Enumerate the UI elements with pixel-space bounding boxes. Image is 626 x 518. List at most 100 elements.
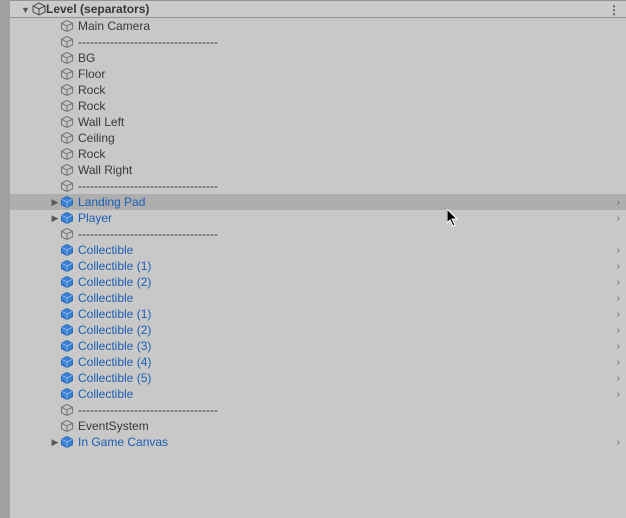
gameobject-icon <box>60 131 74 145</box>
row-label: Collectible <box>78 290 133 306</box>
row-label: Collectible <box>78 386 133 402</box>
chevron-right-icon[interactable]: › <box>617 210 620 226</box>
row-label: Collectible (2) <box>78 274 151 290</box>
hierarchy-row[interactable]: ----------------------------------- <box>10 34 626 50</box>
hierarchy-row[interactable]: Collectible (1) › <box>10 306 626 322</box>
chevron-right-icon[interactable]: › <box>617 322 620 338</box>
row-label: ----------------------------------- <box>78 402 218 418</box>
chevron-right-icon[interactable]: › <box>617 290 620 306</box>
prefab-icon <box>60 291 74 305</box>
row-label: Floor <box>78 66 105 82</box>
prefab-icon <box>60 211 74 225</box>
row-label: Collectible (5) <box>78 370 151 386</box>
row-label: ----------------------------------- <box>78 178 218 194</box>
scene-asset-icon <box>32 2 46 16</box>
row-label: Landing Pad <box>78 194 145 210</box>
hierarchy-row[interactable]: Floor <box>10 66 626 82</box>
hierarchy-row[interactable]: Rock <box>10 82 626 98</box>
row-label: Collectible (1) <box>78 258 151 274</box>
chevron-right-icon[interactable]: › <box>617 354 620 370</box>
prefab-icon <box>60 275 74 289</box>
row-label: In Game Canvas <box>78 434 168 450</box>
chevron-right-icon[interactable]: › <box>617 258 620 274</box>
gameobject-icon <box>60 35 74 49</box>
row-label: EventSystem <box>78 418 149 434</box>
gameobject-icon <box>60 403 74 417</box>
chevron-right-icon[interactable]: › <box>617 242 620 258</box>
hierarchy-row[interactable]: Collectible › <box>10 290 626 306</box>
hierarchy-row[interactable]: Collectible (4)› <box>10 354 626 370</box>
row-label: ----------------------------------- <box>78 226 218 242</box>
gameobject-icon <box>60 99 74 113</box>
hierarchy-row[interactable]: ▶ Player › <box>10 210 626 226</box>
scene-context-menu-icon[interactable]: ⋮ <box>608 1 620 19</box>
hierarchy-row[interactable]: Ceiling <box>10 130 626 146</box>
prefab-icon <box>60 387 74 401</box>
row-label: Collectible (2) <box>78 322 151 338</box>
hierarchy-row[interactable]: Wall Right <box>10 162 626 178</box>
chevron-right-icon[interactable]: › <box>617 194 620 210</box>
gameobject-icon <box>60 115 74 129</box>
gameobject-icon <box>60 163 74 177</box>
gameobject-icon <box>60 83 74 97</box>
foldout-arrow-icon[interactable]: ▶ <box>50 197 60 208</box>
hierarchy-row[interactable]: Collectible › <box>10 242 626 258</box>
row-label: Ceiling <box>78 130 115 146</box>
prefab-icon <box>60 195 74 209</box>
foldout-arrow-icon[interactable]: ▶ <box>50 213 60 224</box>
row-label: BG <box>78 50 95 66</box>
chevron-right-icon[interactable]: › <box>617 434 620 450</box>
hierarchy-row[interactable]: Collectible (3) › <box>10 338 626 354</box>
hierarchy-row[interactable]: ----------------------------------- <box>10 226 626 242</box>
chevron-right-icon[interactable]: › <box>617 386 620 402</box>
prefab-icon <box>60 435 74 449</box>
chevron-right-icon[interactable]: › <box>617 370 620 386</box>
scene-name: Level (separators) <box>46 2 149 16</box>
foldout-arrow-icon[interactable]: ▶ <box>50 437 60 448</box>
hierarchy-panel: ▼ Level (separators) ⋮ Main Camera------… <box>10 0 626 518</box>
hierarchy-row[interactable]: ----------------------------------- <box>10 178 626 194</box>
prefab-icon <box>60 243 74 257</box>
hierarchy-row[interactable]: ▶ Landing Pad › <box>10 194 626 210</box>
hierarchy-row[interactable]: Main Camera <box>10 18 626 34</box>
row-label: Rock <box>78 146 105 162</box>
prefab-icon <box>60 355 74 369</box>
prefab-icon <box>60 323 74 337</box>
hierarchy-rows: Main Camera-----------------------------… <box>10 18 626 450</box>
prefab-icon <box>60 259 74 273</box>
row-label: Wall Left <box>78 114 124 130</box>
row-label: Rock <box>78 82 105 98</box>
hierarchy-row[interactable]: Rock <box>10 98 626 114</box>
chevron-right-icon[interactable]: › <box>617 338 620 354</box>
gameobject-icon <box>60 147 74 161</box>
hierarchy-gutter <box>0 0 10 518</box>
hierarchy-row[interactable]: EventSystem <box>10 418 626 434</box>
hierarchy-row[interactable]: Rock <box>10 146 626 162</box>
hierarchy-row[interactable]: BG <box>10 50 626 66</box>
hierarchy-row[interactable]: Wall Left <box>10 114 626 130</box>
row-label: Wall Right <box>78 162 132 178</box>
foldout-arrow-icon[interactable]: ▼ <box>21 1 30 19</box>
hierarchy-row[interactable]: ----------------------------------- <box>10 402 626 418</box>
hierarchy-row[interactable]: Collectible (5) › <box>10 370 626 386</box>
hierarchy-row[interactable]: Collectible (1) › <box>10 258 626 274</box>
hierarchy-row[interactable]: Collectible › <box>10 386 626 402</box>
scene-header[interactable]: ▼ Level (separators) ⋮ <box>10 0 626 18</box>
row-label: Collectible (1) <box>78 306 151 322</box>
gameobject-icon <box>60 67 74 81</box>
row-label: Rock <box>78 98 105 114</box>
gameobject-icon <box>60 227 74 241</box>
chevron-right-icon[interactable]: › <box>617 306 620 322</box>
chevron-right-icon[interactable]: › <box>617 274 620 290</box>
row-label: Main Camera <box>78 18 150 34</box>
gameobject-icon <box>60 179 74 193</box>
row-label: Player <box>78 210 112 226</box>
hierarchy-row[interactable]: ▶ In Game Canvas › <box>10 434 626 450</box>
gameobject-icon <box>60 419 74 433</box>
row-label: Collectible (3) <box>78 338 151 354</box>
gameobject-icon <box>60 19 74 33</box>
prefab-icon <box>60 371 74 385</box>
row-label: Collectible <box>78 242 133 258</box>
hierarchy-row[interactable]: Collectible (2) › <box>10 322 626 338</box>
hierarchy-row[interactable]: Collectible (2) › <box>10 274 626 290</box>
